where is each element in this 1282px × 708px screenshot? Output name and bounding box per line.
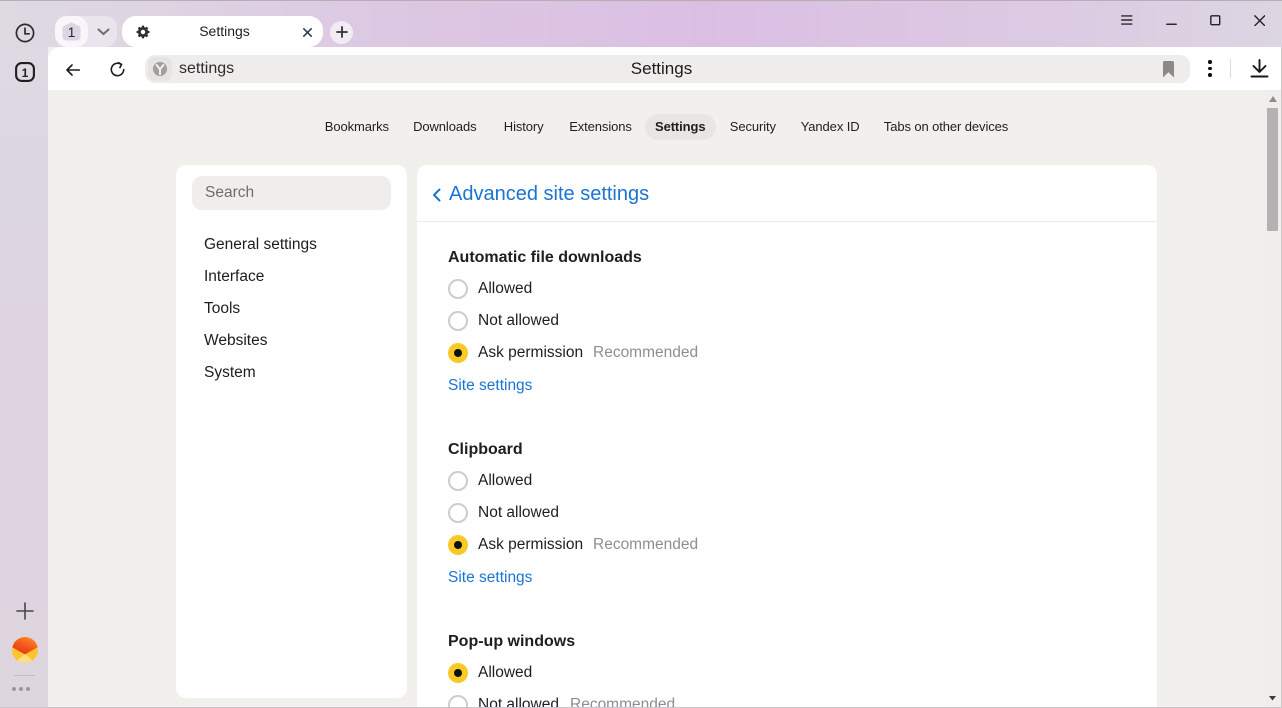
- svg-text:1: 1: [22, 66, 29, 80]
